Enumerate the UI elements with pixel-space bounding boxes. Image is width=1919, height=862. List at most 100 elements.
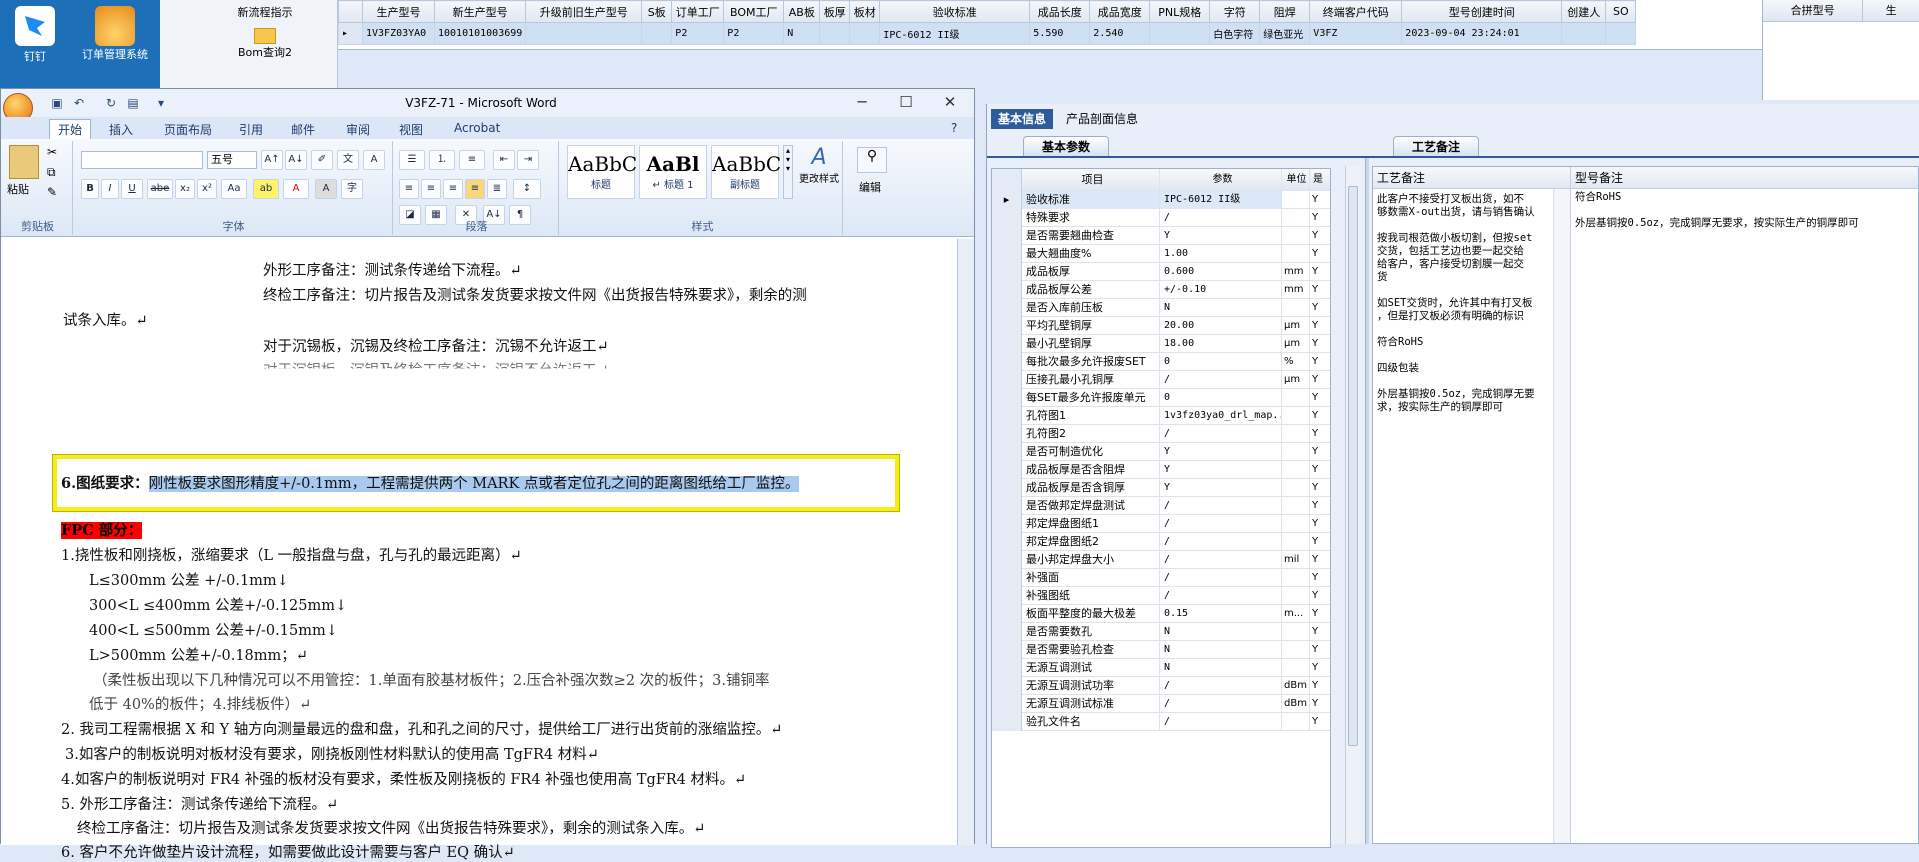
param-row[interactable]: 每SET最多允许报废单元 0 Y [992,389,1330,407]
param-row[interactable]: 成品板厚公差 +/-0.10 mm Y [992,281,1330,299]
param-row[interactable]: 成品板厚是否含阻焊 Y Y [992,461,1330,479]
paste-icon[interactable] [9,145,39,179]
italic-icon[interactable]: I [101,179,119,199]
param-row[interactable]: 无源互调测试标准 / dBm Y [992,695,1330,713]
param-value[interactable]: / [1160,677,1282,695]
style-title[interactable]: AaBbC 标题 [567,145,637,199]
param-value[interactable]: IPC-6012 II级 [1160,191,1282,209]
change-styles-button[interactable]: A 更改样式 [799,145,839,185]
param-row[interactable]: 最小邦定焊盘大小 / mil Y [992,551,1330,569]
param-row[interactable]: 是否入库前压板 N Y [992,299,1330,317]
param-value[interactable]: Y [1160,479,1282,497]
clear-format-icon[interactable]: ✐ [311,150,333,170]
param-value[interactable]: / [1160,695,1282,713]
table-cell[interactable] [1605,22,1637,45]
column-header[interactable]: BOM工厂 [723,0,785,23]
param-row[interactable]: 孔符图1 1v3fz03ya0_drl_map... Y [992,407,1330,425]
param-value[interactable]: / [1160,209,1282,227]
param-column-header[interactable]: 项目 [1022,169,1160,191]
font-size-field[interactable]: 五号 [207,151,257,169]
notes-splitter[interactable] [1553,189,1571,843]
highlight-icon[interactable]: ab [253,179,279,199]
tab-mailings[interactable]: 邮件 [283,120,323,139]
tab-acrobat[interactable]: Acrobat [446,120,508,136]
align-left-icon[interactable]: ≡ [399,179,419,199]
help-icon[interactable]: ? [951,121,957,135]
column-header[interactable]: 成品长度 [1029,0,1091,23]
column-header[interactable]: 新生产型号 [433,0,527,23]
line-spacing-icon[interactable]: ↕ [513,179,541,199]
column-header[interactable]: 成品宽度 [1089,0,1151,23]
param-row[interactable]: 孔符图2/ Y [992,425,1330,443]
param-value[interactable]: N [1160,623,1282,641]
redo-icon[interactable]: ↻ [103,96,119,110]
param-row[interactable]: 是否做邦定焊盘测试 / Y [992,497,1330,515]
increase-indent-icon[interactable]: ⇥ [517,150,539,170]
table-cell[interactable]: 5.590 [1029,22,1091,45]
table-cell[interactable]: V3FZ [1309,22,1403,45]
numbering-icon[interactable]: ⒈ [429,150,455,170]
paste-label[interactable]: 粘贴 [7,181,29,197]
decrease-indent-icon[interactable]: ⇤ [493,150,515,170]
dingtalk-shortcut[interactable]: 钉钉 [0,0,70,64]
table-cell[interactable]: P2 [723,22,785,45]
save-icon[interactable]: ▣ [49,96,65,110]
param-value[interactable]: Y [1160,227,1282,245]
table-cell[interactable]: 2023-09-04 23:24:01 [1401,22,1563,45]
column-header[interactable]: AB板 [783,0,821,23]
tab-basic-info[interactable]: 基本信息 [991,109,1054,129]
format-painter-icon[interactable]: ✎ [47,185,57,199]
table-row[interactable]: ▸ 1V3FZ03YA0 10010101003699 P2 P2 N IPC-6012 … [338,22,1637,45]
column-header[interactable]: PNL规格 [1149,0,1211,23]
tab-basic-params[interactable]: 基本参数 [1023,136,1110,156]
underline-icon[interactable]: U [121,179,143,199]
maximize-button[interactable]: ☐ [891,93,921,111]
column-header[interactable]: SO [1605,0,1637,23]
table-cell[interactable] [641,22,673,45]
param-value[interactable]: 1v3fz03ya0_drl_map... [1160,407,1282,425]
table-cell[interactable] [1149,22,1211,45]
param-value[interactable]: / [1160,713,1282,731]
column-header[interactable]: 创建人 [1561,0,1607,23]
param-value[interactable]: / [1160,497,1282,515]
table-cell[interactable]: 绿色亚光 [1259,22,1311,45]
param-value[interactable]: N [1160,641,1282,659]
bom-query-button[interactable]: Bom查询2 [210,28,320,60]
undo-icon[interactable]: ↶ [71,96,87,110]
param-row[interactable]: 最小孔壁铜厚 18.00 μm Y [992,335,1330,353]
table-cell[interactable] [525,22,643,45]
find-binoculars-icon[interactable]: ⚲ [857,147,887,173]
column-header[interactable]: 升级前旧生产型号 [525,0,643,23]
param-row[interactable]: 补强面 / Y [992,569,1330,587]
bullets-icon[interactable]: ☰ [399,150,425,170]
param-value[interactable]: 20.00 [1160,317,1282,335]
subscript-icon[interactable]: x₂ [175,179,195,199]
drawing-requirement-line[interactable]: 6.图纸要求：刚性板要求图形精度+/-0.1mm，工程需提供两个 MARK 点或… [61,472,800,493]
table-cell[interactable]: N [783,22,821,45]
column-header[interactable]: 阻焊 [1259,0,1311,23]
param-value[interactable]: 1.00 [1160,245,1282,263]
distributed-icon[interactable]: ≣ [487,179,507,199]
tab-review[interactable]: 审阅 [338,120,378,139]
param-column-header[interactable]: 单位 [1282,169,1310,191]
change-case-icon[interactable]: Aa [221,179,247,199]
param-value[interactable]: / [1160,533,1282,551]
copy-icon[interactable]: ⧉ [47,165,56,180]
param-row[interactable]: 邦定焊盘图纸1/ Y [992,515,1330,533]
font-color-icon[interactable]: A [283,179,309,199]
char-shading-icon[interactable]: A [315,179,337,199]
shrink-font-icon[interactable]: A↓ [285,150,307,170]
justify-icon[interactable]: ≡ [465,179,485,199]
param-row[interactable]: 是否需要翘曲检查 Y Y [992,227,1330,245]
column-header[interactable]: 板材 [849,0,881,23]
table-cell[interactable]: IPC-6012 II级 [879,22,1031,45]
param-row[interactable]: 邦定焊盘图纸2/ Y [992,533,1330,551]
strikethrough-icon[interactable]: abe [147,179,173,199]
column-header[interactable]: S板 [641,0,673,23]
param-value[interactable]: 0 [1160,353,1282,371]
phonetic-icon[interactable]: 文 [337,150,359,170]
align-right-icon[interactable]: ≡ [443,179,463,199]
param-row[interactable]: 无源互调测试功率 / dBm Y [992,677,1330,695]
param-row[interactable]: 每批次最多允许报废SET 0% Y [992,353,1330,371]
param-value[interactable]: +/-0.10 [1160,281,1282,299]
